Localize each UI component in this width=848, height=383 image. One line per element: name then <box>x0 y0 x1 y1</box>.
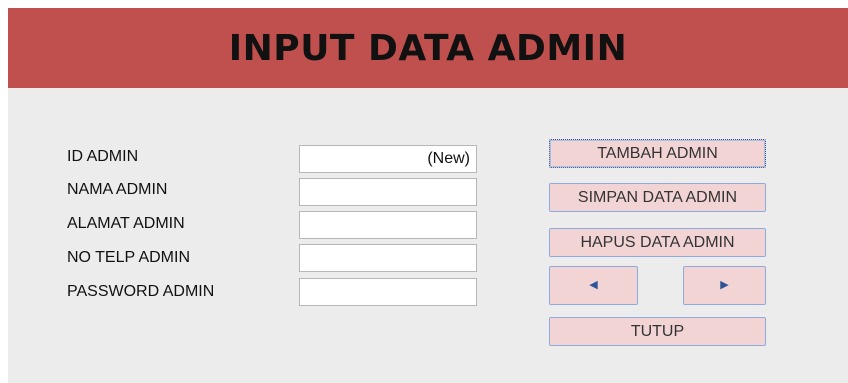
hapus-data-admin-button-label: HAPUS DATA ADMIN <box>580 233 735 251</box>
alamat-admin-label: ALAMAT ADMIN <box>67 215 185 232</box>
simpan-data-admin-button[interactable]: SIMPAN DATA ADMIN <box>549 183 766 212</box>
password-admin-label: PASSWORD ADMIN <box>67 283 215 300</box>
tutup-button-label: TUTUP <box>630 322 685 340</box>
next-record-button[interactable]: ▶ <box>683 266 766 305</box>
simpan-data-admin-button-label: SIMPAN DATA ADMIN <box>577 188 738 206</box>
page-title: INPUT DATA ADMIN <box>228 27 628 69</box>
hapus-data-admin-button[interactable]: HAPUS DATA ADMIN <box>549 228 766 257</box>
triangle-left-icon: ◀ <box>589 279 598 291</box>
tutup-button[interactable]: TUTUP <box>549 317 766 346</box>
id-admin-label: ID ADMIN <box>67 148 139 165</box>
alamat-admin-field[interactable] <box>299 211 477 239</box>
no-telp-admin-field[interactable] <box>299 244 477 272</box>
no-telp-admin-label: NO TELP ADMIN <box>67 249 190 266</box>
form-header: INPUT DATA ADMIN <box>8 8 848 88</box>
triangle-right-icon: ▶ <box>720 279 729 291</box>
tambah-admin-button-label: TAMBAH ADMIN <box>597 144 718 162</box>
nama-admin-label: NAMA ADMIN <box>67 181 168 198</box>
id-admin-field[interactable]: (New) <box>299 145 477 173</box>
tambah-admin-button[interactable]: TAMBAH ADMIN <box>549 139 766 168</box>
previous-record-button[interactable]: ◀ <box>549 266 638 305</box>
password-admin-field[interactable] <box>299 278 477 306</box>
nama-admin-field[interactable] <box>299 178 477 206</box>
